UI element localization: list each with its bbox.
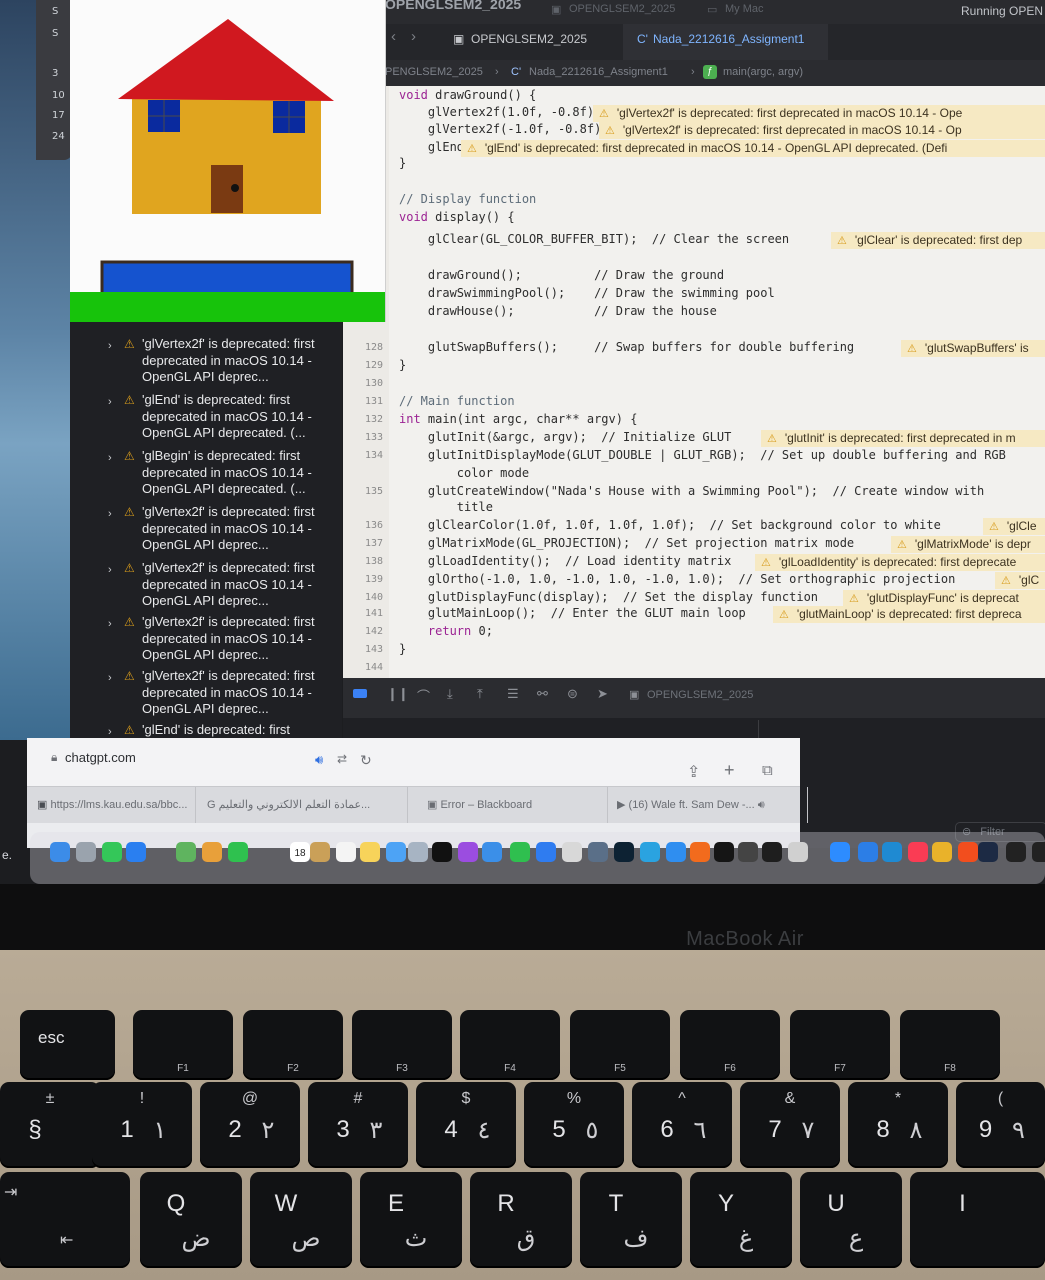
tab-back-icon: ⇤: [60, 1232, 74, 1249]
function-key[interactable]: F7: [790, 1010, 890, 1080]
key-fn-label: F7: [834, 1063, 846, 1074]
letter-key[interactable]: Yغ: [690, 1172, 792, 1268]
letter-key[interactable]: Wص: [250, 1172, 352, 1268]
key-arabic-label: ق: [516, 1225, 536, 1252]
key-arabic-label: ف: [623, 1225, 649, 1252]
letter-key[interactable]: Tف: [580, 1172, 682, 1268]
key-fn-label: F4: [504, 1063, 516, 1074]
key-shift-label: %: [566, 1090, 582, 1107]
function-key[interactable]: F6: [680, 1010, 780, 1080]
key-shift-label: ^: [678, 1090, 686, 1107]
key-fn-label: F2: [287, 1063, 299, 1074]
key-shift-label: $: [461, 1090, 471, 1107]
function-key[interactable]: F1: [133, 1010, 233, 1080]
key-fn-label: F8: [944, 1063, 956, 1074]
key-shift-label: !: [139, 1090, 145, 1107]
letter-key[interactable]: Eث: [360, 1172, 462, 1268]
key-fn-label: F6: [724, 1063, 736, 1074]
number-key[interactable]: (9 ٩: [956, 1082, 1045, 1168]
key-fn-label: F3: [396, 1063, 408, 1074]
key-arabic-label: ث: [404, 1225, 428, 1252]
letter-key[interactable]: Rق: [470, 1172, 572, 1268]
key-label: esc: [38, 1028, 65, 1047]
tab-key[interactable]: ⇥ ⇤: [0, 1172, 130, 1268]
key-shift-label: @: [241, 1090, 259, 1107]
function-key[interactable]: F5: [570, 1010, 670, 1080]
letter-key[interactable]: Qض: [140, 1172, 242, 1268]
key-shift-label: *: [894, 1090, 902, 1107]
key-arabic-label: ع: [848, 1225, 864, 1252]
key-arabic-label: غ: [738, 1225, 754, 1252]
letter-key[interactable]: I: [910, 1172, 1045, 1268]
function-key[interactable]: F4: [460, 1010, 560, 1080]
keyboard: esc F1 F2 F3 F4 F5 F6 F7 F8 ± §! 1 ١ @2 ٢ #3 ٣ $4 ٤% 5 ٥ ^ 6 ٦ &…: [0, 0, 1045, 1280]
letter-key[interactable]: Uع: [800, 1172, 902, 1268]
key-arabic-label: ص: [291, 1225, 321, 1252]
function-key[interactable]: F2: [243, 1010, 343, 1080]
esc-key[interactable]: esc: [20, 1010, 115, 1080]
function-key[interactable]: F3: [352, 1010, 452, 1080]
key-fn-label: F5: [614, 1063, 626, 1074]
key-shift-label: &: [784, 1090, 796, 1107]
key-shift-label: #: [353, 1090, 363, 1107]
function-key[interactable]: F8: [900, 1010, 1000, 1080]
key-main-label: I: [959, 1190, 966, 1217]
key-arabic-label: ض: [181, 1225, 211, 1252]
key-shift-label: ±: [45, 1090, 55, 1107]
key-arabic-label: ٩: [1012, 1117, 1025, 1144]
key-shift-label: (: [997, 1090, 1004, 1107]
key-fn-label: F1: [177, 1063, 189, 1074]
